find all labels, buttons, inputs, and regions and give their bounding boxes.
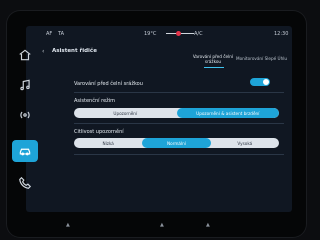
- phone-icon: [19, 176, 32, 189]
- music-icon: [20, 79, 30, 91]
- sidebar-item-home[interactable]: [12, 44, 38, 66]
- sidebar-item-radio[interactable]: [12, 104, 38, 126]
- divider: [74, 92, 284, 93]
- home-icon: [19, 49, 31, 61]
- temperature-slider-knob[interactable]: [176, 31, 181, 36]
- assist-mode-option-brake-assist[interactable]: Upozornění & asistent brzdění: [176, 108, 279, 118]
- temperature-readout: 19°C: [144, 31, 157, 37]
- divider: [74, 154, 284, 155]
- car-icon: [19, 148, 31, 156]
- toggle-knob: [263, 79, 269, 85]
- tab-blind-spot[interactable]: Monitorování Slepé Úhlu: [236, 56, 288, 61]
- assist-mode-label: Asistenční režim: [74, 98, 116, 104]
- infotainment-screen: AF TA 19°C A/C 12:30 ‹ Asistent řidiče V…: [26, 26, 292, 212]
- divider: [74, 123, 284, 124]
- sensitivity-option-normal[interactable]: Normální: [142, 138, 211, 148]
- hardware-button-left[interactable]: ▲: [66, 222, 76, 228]
- hardware-button-center[interactable]: ▲: [160, 222, 170, 228]
- active-tab-underline: [204, 67, 224, 69]
- sidebar: [10, 44, 42, 204]
- status-af: AF: [46, 31, 53, 37]
- collision-warning-label: Varování před čelní srážkou: [74, 81, 143, 87]
- back-button[interactable]: ‹: [42, 48, 44, 55]
- clock: 12:30: [274, 31, 289, 37]
- collision-warning-toggle[interactable]: [250, 78, 270, 86]
- assist-mode-selector: Upozornění Upozornění & asistent brzdění: [74, 108, 279, 118]
- sensitivity-option-high[interactable]: Vysoká: [211, 138, 279, 148]
- status-bar: AF TA 19°C A/C 12:30: [26, 26, 292, 40]
- sidebar-item-vehicle[interactable]: [12, 140, 38, 162]
- radio-icon: [20, 111, 30, 119]
- hardware-button-right[interactable]: ▲: [206, 222, 216, 228]
- tab-collision-warning[interactable]: Varování před čelní srážkou: [192, 54, 234, 64]
- status-ta: TA: [58, 31, 65, 37]
- sensitivity-selector: Nízká Normální Vysoká: [74, 138, 279, 148]
- sensitivity-label: Citlivost upozornění: [74, 129, 124, 135]
- sidebar-item-media[interactable]: [12, 74, 38, 96]
- page-title: Asistent řidiče: [52, 48, 97, 54]
- sidebar-item-phone[interactable]: [12, 172, 38, 194]
- assist-mode-option-warning[interactable]: Upozornění: [74, 108, 177, 118]
- ac-indicator[interactable]: A/C: [194, 31, 203, 37]
- sensitivity-option-low[interactable]: Nízká: [74, 138, 142, 148]
